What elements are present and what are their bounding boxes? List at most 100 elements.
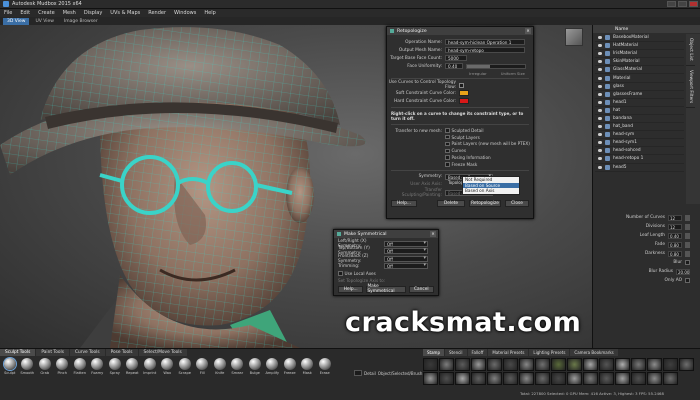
close-icon[interactable]: ✕ bbox=[525, 28, 531, 34]
help-button[interactable]: Help... bbox=[391, 199, 417, 207]
blur-radius-field[interactable]: 20.00 bbox=[676, 268, 690, 275]
transfer-checkbox[interactable] bbox=[445, 141, 450, 147]
outliner-row[interactable]: GlassMaterial bbox=[595, 66, 684, 75]
tab-falloff[interactable]: Falloff bbox=[467, 349, 488, 356]
only-ao-checkbox[interactable] bbox=[685, 278, 690, 283]
stamp-thumbnail[interactable] bbox=[439, 372, 454, 385]
transfer-option[interactable]: Posing Information bbox=[445, 154, 530, 161]
outliner-row[interactable]: head-sohced bbox=[595, 147, 684, 156]
stamp-thumbnail[interactable] bbox=[439, 358, 454, 371]
output-mesh-input[interactable]: head-sym-retopo bbox=[445, 47, 525, 53]
visibility-eye-icon[interactable] bbox=[598, 52, 602, 56]
stamp-thumbnail[interactable] bbox=[647, 358, 662, 371]
stamp-thumbnail[interactable] bbox=[631, 372, 646, 385]
outliner-row[interactable]: head-retopo 1 bbox=[595, 155, 684, 164]
stamp-thumbnail[interactable] bbox=[455, 358, 470, 371]
uniformity-slider[interactable] bbox=[466, 63, 526, 69]
stamp-thumbnail[interactable] bbox=[567, 358, 582, 371]
stamp-thumbnail[interactable] bbox=[583, 358, 598, 371]
leaf-length-field[interactable]: 0.40 bbox=[668, 232, 682, 239]
brush-knife-button[interactable]: Knife bbox=[212, 358, 228, 375]
brush-spray-button[interactable]: Spray bbox=[107, 358, 123, 375]
divisions-field[interactable]: 12 bbox=[668, 223, 682, 230]
visibility-eye-icon[interactable] bbox=[598, 68, 602, 72]
spinner-icon[interactable] bbox=[685, 214, 690, 221]
tab-stamp[interactable]: Stamp bbox=[423, 349, 444, 356]
blur-checkbox[interactable] bbox=[685, 260, 690, 265]
outliner-row[interactable]: IrisMaterial bbox=[595, 50, 684, 59]
uniformity-input[interactable]: 0.40 bbox=[445, 63, 463, 69]
tab-stencil[interactable]: Stencil bbox=[445, 349, 467, 356]
visibility-eye-icon[interactable] bbox=[598, 36, 602, 40]
visibility-eye-icon[interactable] bbox=[598, 84, 602, 88]
stamp-thumbnail[interactable] bbox=[423, 358, 438, 371]
transfer-checkbox[interactable] bbox=[445, 134, 450, 140]
stamp-thumbnail[interactable] bbox=[679, 358, 694, 371]
transfer-option[interactable]: Freeze Mask bbox=[445, 161, 530, 168]
visibility-eye-icon[interactable] bbox=[598, 44, 602, 48]
transfer-option[interactable]: Sculpted Detail bbox=[445, 127, 530, 134]
visibility-eye-icon[interactable] bbox=[598, 108, 602, 112]
menu-create[interactable]: Create bbox=[38, 10, 55, 16]
menu-help[interactable]: Help bbox=[204, 10, 215, 16]
cancel-button[interactable]: Cancel bbox=[408, 285, 434, 293]
brush-smooth-button[interactable]: Smooth bbox=[20, 358, 36, 375]
visibility-eye-icon[interactable] bbox=[598, 149, 602, 153]
local-axes-option[interactable]: Use Local Axes bbox=[334, 270, 438, 277]
outliner-row[interactable]: bandana bbox=[595, 115, 684, 124]
stamp-thumbnail[interactable] bbox=[551, 358, 566, 371]
tab-curve-tools[interactable]: Curve Tools bbox=[69, 349, 105, 356]
stamp-thumbnail[interactable] bbox=[487, 372, 502, 385]
number-of-curves-field[interactable]: 12 bbox=[668, 214, 682, 221]
y-symmetry-dropdown[interactable]: Off bbox=[384, 248, 428, 255]
stamp-thumbnail[interactable] bbox=[535, 358, 550, 371]
darkness-field[interactable]: 0.80 bbox=[668, 250, 682, 257]
menu-windows[interactable]: Windows bbox=[174, 10, 196, 16]
brush-freeze-button[interactable]: Freeze bbox=[282, 358, 298, 375]
spinner-icon[interactable] bbox=[685, 232, 690, 239]
brush-fill-button[interactable]: Fill bbox=[195, 358, 211, 375]
menu-uvs-maps[interactable]: UVs & Maps bbox=[110, 10, 140, 16]
delete-button[interactable]: Delete bbox=[437, 199, 465, 207]
soft-color-swatch[interactable] bbox=[459, 90, 469, 96]
stamp-thumbnail[interactable] bbox=[503, 358, 518, 371]
operation-name-input[interactable]: head-sym-hiclean Operation 1 bbox=[445, 39, 525, 45]
stamp-thumbnail[interactable] bbox=[551, 372, 566, 385]
symmetry-option[interactable]: Based on Axis bbox=[463, 188, 519, 194]
outliner-row[interactable]: BaseboxMaterial bbox=[595, 34, 684, 43]
hard-color-swatch[interactable] bbox=[459, 98, 469, 104]
close-icon[interactable]: ✕ bbox=[430, 231, 436, 237]
tab-3d-view[interactable]: 3D View bbox=[3, 17, 30, 25]
stamp-thumbnail[interactable] bbox=[455, 372, 470, 385]
stamp-thumbnail[interactable] bbox=[647, 372, 662, 385]
visibility-eye-icon[interactable] bbox=[598, 76, 602, 80]
visibility-eye-icon[interactable] bbox=[598, 100, 602, 104]
stamp-thumbnail[interactable] bbox=[423, 372, 438, 385]
tab-viewport-filters[interactable]: Viewport Filters bbox=[686, 66, 695, 109]
local-axes-checkbox[interactable] bbox=[338, 271, 343, 276]
brush-grab-button[interactable]: Grab bbox=[37, 358, 53, 375]
outliner-row[interactable]: hat bbox=[595, 107, 684, 115]
outliner-row[interactable]: SkinMaterial bbox=[595, 58, 684, 67]
outliner-row[interactable]: head1 bbox=[595, 99, 684, 107]
minimize-button[interactable] bbox=[667, 1, 676, 7]
transfer-option[interactable]: Sculpt Layers bbox=[445, 134, 530, 141]
tab-uv-view[interactable]: UV View bbox=[31, 18, 57, 25]
brush-sculpt-button[interactable]: Sculpt bbox=[2, 358, 18, 375]
stamp-thumbnail[interactable] bbox=[487, 358, 502, 371]
tab-sculpt-tools[interactable]: Sculpt Tools bbox=[0, 349, 36, 356]
visibility-eye-icon[interactable] bbox=[598, 133, 602, 137]
brush-wax-button[interactable]: Wax bbox=[160, 358, 176, 375]
brush-imprint-button[interactable]: Imprint bbox=[142, 358, 158, 375]
stamp-thumbnail[interactable] bbox=[615, 358, 630, 371]
stamp-thumbnail[interactable] bbox=[535, 372, 550, 385]
visibility-eye-icon[interactable] bbox=[598, 165, 602, 169]
stamp-thumbnail[interactable] bbox=[615, 372, 630, 385]
close-button[interactable]: Close bbox=[505, 199, 529, 207]
tab-image-browser[interactable]: Image Browser bbox=[60, 18, 102, 25]
outliner-row[interactable]: hat_band bbox=[595, 123, 684, 132]
detail-box[interactable] bbox=[354, 370, 362, 376]
brush-smear-button[interactable]: Smear bbox=[230, 358, 246, 375]
stamp-thumbnail[interactable] bbox=[663, 358, 678, 371]
brush-foamy-button[interactable]: Foamy bbox=[90, 358, 106, 375]
